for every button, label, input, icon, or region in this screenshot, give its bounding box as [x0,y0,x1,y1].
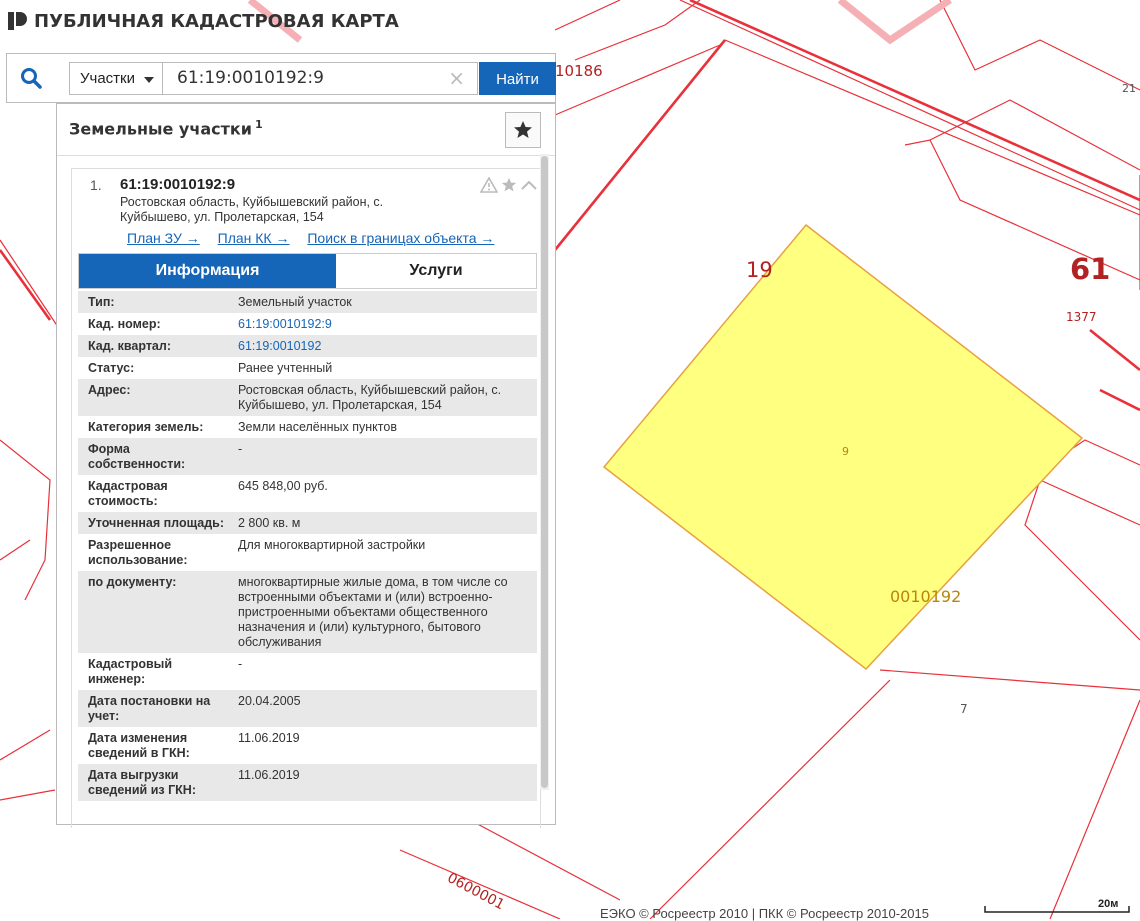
caret-down-icon [144,77,154,83]
pkk-logo-icon [8,12,27,30]
results-title: Земельные участки [69,119,252,139]
info-row: Кадастровая стоимость: 645 848,00 руб. [78,475,537,512]
info-row: Кад. номер: 61:19:0010192:9 [78,313,537,335]
info-value: многоквартирные жилые дома, в том числе … [238,575,508,649]
search-input[interactable]: 61:19:0010192:9 × [163,62,478,95]
info-label: Кадастровый инженер: [88,657,173,686]
map-label-7: 7 [960,702,968,716]
info-value: 11.06.2019 [238,731,300,745]
scrollbar-thumb[interactable] [541,156,548,788]
results-count: 1 [254,118,263,131]
info-label: Категория земель: [88,420,204,434]
info-value: Ростовская область, Куйбышевский район, … [238,383,502,412]
info-value: 645 848,00 руб. [238,479,328,493]
info-row: Кад. квартал: 61:19:0010192 [78,335,537,357]
search-input-value: 61:19:0010192:9 [177,68,324,88]
info-label: Разрешенное использование: [88,538,188,567]
map-label-1377: 1377 [1066,310,1097,324]
star-icon [514,121,532,138]
info-row: Дата постановки на учет: 20.04.2005 [78,690,537,727]
info-label: по документу: [88,575,177,589]
chevron-up-icon[interactable] [520,177,538,193]
result-address: Ростовская область, Куйбышевский район, … [120,195,384,224]
find-button[interactable]: Найти [479,62,556,95]
info-label: Кадастровая стоимость: [88,479,168,508]
info-value: - [238,442,243,456]
info-label: Уточненная площадь: [88,516,225,530]
info-row: по документу: многоквартирные жилые дома,… [78,571,537,653]
info-value: 11.06.2019 [238,768,300,782]
info-label: Кад. квартал: [88,339,171,353]
info-label: Статус: [88,361,135,375]
tab-information[interactable]: Информация [79,254,336,288]
result-links: План ЗУ → План КК → Поиск в границах объ… [127,230,508,246]
favorites-button[interactable] [505,112,541,148]
info-row: Форма собственности: - [78,438,537,475]
map-label-10186: 10186 [555,62,603,80]
info-value: Ранее учтенный [238,361,333,375]
info-row: Дата выгрузки сведений из ГКН: 11.06.2019 [78,764,537,801]
info-label: Адрес: [88,383,131,397]
app-title: ПУБЛИЧНАЯ КАДАСТРОВАЯ КАРТА [34,10,399,32]
info-value: Земли населённых пунктов [238,420,397,434]
info-row: Дата изменения сведений в ГКН: 11.06.2019 [78,727,537,764]
info-value-link[interactable]: 61:19:0010192:9 [228,317,537,332]
result-index: 1. [90,177,102,193]
info-value-link[interactable]: 61:19:0010192 [228,339,537,354]
info-row: Статус: Ранее учтенный [78,357,537,379]
info-row: Адрес: Ростовская область, Куйбышевский р… [78,379,537,416]
search-icon[interactable] [19,66,43,90]
map-label-21: 21 [1122,82,1136,95]
star-icon[interactable] [500,177,518,193]
map-label-0010192: 0010192 [890,587,962,606]
tab-services[interactable]: Услуги [336,254,536,288]
results-scrollbar[interactable] [540,154,549,790]
link-plan-zu[interactable]: План ЗУ → [127,230,200,246]
info-value: - [238,657,243,671]
info-value: 20.04.2005 [238,694,301,708]
info-label: Кад. номер: [88,317,161,331]
info-row: Уточненная площадь: 2 800 кв. м [78,512,537,534]
header-divider [57,155,555,156]
scale-bar [984,906,1130,913]
info-row: Категория земель: Земли населённых пункто… [78,416,537,438]
result-cadastral-number[interactable]: 61:19:0010192:9 [120,176,235,193]
info-label: Тип: [88,295,115,309]
results-header: Земельные участки 1 [69,118,263,138]
map-label-9: 9 [842,445,849,458]
info-value: Для многоквартирной застройки [238,538,426,552]
result-card: 1. 61:19:0010192:9 Ростовская область, К… [71,168,541,828]
info-label: Дата постановки на учет: [88,694,211,723]
search-type-dropdown[interactable]: Участки [69,62,163,95]
link-plan-kk[interactable]: План КК → [218,230,290,246]
results-panel: Земельные участки 1 1. 61:19:0010192:9 Ро… [56,103,556,828]
info-label: Форма собственности: [88,442,186,471]
info-row: Тип: Земельный участок [78,291,537,313]
info-label: Дата выгрузки сведений из ГКН: [88,768,196,797]
map-label-19: 19 [746,258,773,282]
info-row: Разрешенное использование: Для многокварт… [78,534,537,571]
warning-icon[interactable] [480,177,498,193]
clear-icon[interactable]: × [448,63,465,94]
search-type-label: Участки [80,70,135,87]
result-tools [480,177,538,193]
search-bar: Участки 61:19:0010192:9 × Найти [6,53,556,103]
info-row: Кадастровый инженер: - [78,653,537,690]
info-table: Тип: Земельный участок Кад. номер: 61:19:00… [78,291,537,801]
info-value: 2 800 кв. м [238,516,301,530]
link-search-in-bounds[interactable]: Поиск в границах объекта → [307,230,494,246]
result-tabs: Информация Услуги [78,253,537,289]
info-label: Дата изменения сведений в ГКН: [88,731,190,760]
map-label-61: 61 [1070,252,1111,286]
info-value: Земельный участок [238,295,352,309]
app-header: ПУБЛИЧНАЯ КАДАСТРОВАЯ КАРТА [6,10,399,32]
